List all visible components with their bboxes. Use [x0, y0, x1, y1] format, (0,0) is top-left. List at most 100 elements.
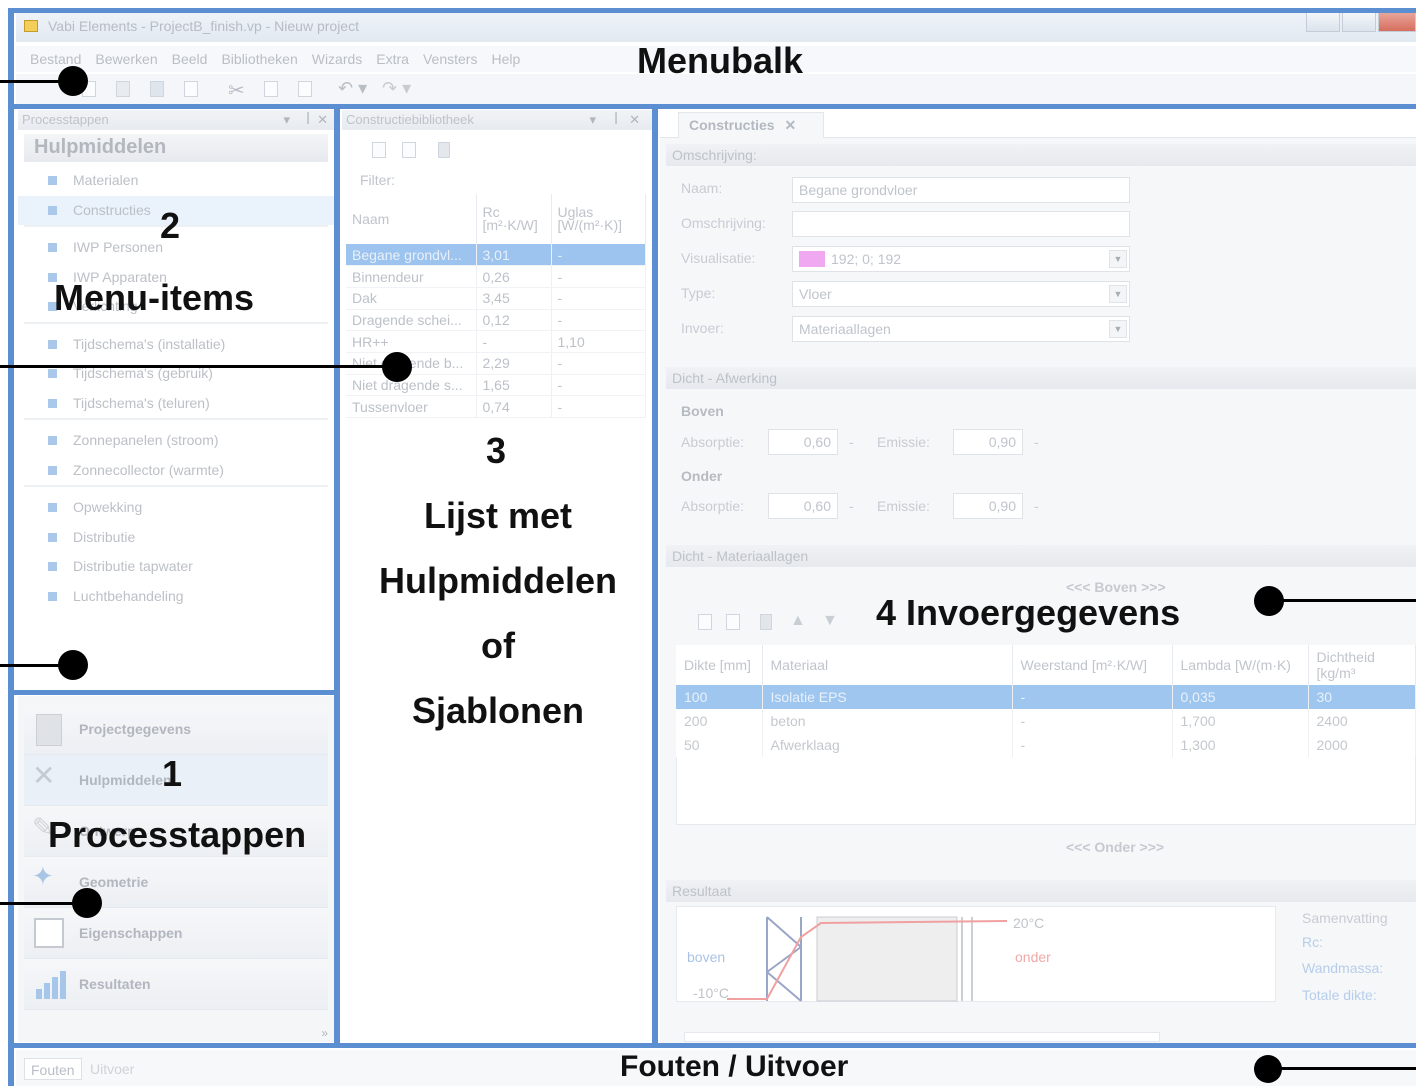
- copy-layer-icon[interactable]: [726, 614, 740, 630]
- table-row[interactable]: Binnendeur 0,26-: [346, 265, 646, 288]
- col-naam[interactable]: Naam: [346, 194, 477, 244]
- delete-layer-icon[interactable]: [760, 614, 772, 630]
- horizontal-scrollbar[interactable]: [684, 1032, 1160, 1042]
- redo-icon[interactable]: ↷ ▾: [382, 78, 411, 99]
- save-icon[interactable]: [150, 81, 164, 97]
- menu-bibliotheken[interactable]: Bibliotheken: [221, 51, 297, 67]
- table-cell: 100: [676, 685, 763, 709]
- table-cell: Dragende schei...: [346, 309, 477, 332]
- step-eigenschappen[interactable]: Eigenschappen: [24, 908, 328, 959]
- tab-uitvoer[interactable]: Uitvoer: [84, 1058, 140, 1080]
- table-row[interactable]: Begane grondvl... 3,01-: [346, 244, 646, 267]
- section-omschrijving: Omschrijving:: [666, 144, 1416, 166]
- menu-bestand[interactable]: Bestand: [30, 51, 81, 67]
- menu-item-zonnepanelen[interactable]: Zonnepanelen (stroom): [18, 426, 334, 456]
- menu-bewerken[interactable]: Bewerken: [95, 51, 157, 67]
- invoer-select[interactable]: Materiaallagen ▼: [792, 316, 1130, 342]
- lijst-annotation-line4: Sjablonen: [411, 690, 585, 731]
- cut-icon[interactable]: ✂: [228, 78, 245, 103]
- menu-item-opwekking[interactable]: Opwekking: [18, 493, 334, 523]
- overflow-chevron-icon[interactable]: »: [321, 1026, 328, 1040]
- naam-field[interactable]: Begane grondvloer: [792, 177, 1130, 203]
- table-row[interactable]: HR++ -1,10: [346, 330, 646, 353]
- col-dikte[interactable]: Dikte [mm]: [676, 645, 763, 685]
- close-icon[interactable]: ✕: [629, 112, 640, 128]
- open-icon[interactable]: [116, 81, 130, 97]
- step-geometrie[interactable]: ✦ Geometrie: [24, 857, 328, 908]
- table-cell: 1,65: [476, 374, 552, 397]
- pin-icon[interactable]: ꟾ: [306, 112, 310, 128]
- boven-absorptie-field[interactable]: 0,60: [768, 429, 838, 455]
- dropdown-icon[interactable]: ▾: [283, 112, 290, 128]
- table-row[interactable]: Dragende schei... 0,12-: [346, 309, 646, 332]
- col-lambda[interactable]: Lambda [W/(m·K): [1172, 645, 1309, 685]
- close-icon[interactable]: ✕: [317, 112, 328, 128]
- table-row[interactable]: Tussenvloer 0,74-: [346, 395, 646, 418]
- dropdown-icon[interactable]: ▾: [589, 112, 596, 128]
- onder-absorptie-field[interactable]: 0,60: [768, 493, 838, 519]
- menu-item-distributie-tapwater[interactable]: Distributie tapwater: [18, 552, 334, 582]
- new-item-icon[interactable]: [372, 142, 386, 158]
- save-as-icon[interactable]: [184, 81, 198, 97]
- geometry-icon: ✦: [32, 861, 54, 891]
- close-window-button[interactable]: [1378, 12, 1416, 32]
- menu-help[interactable]: Help: [491, 51, 520, 67]
- menu-item-tijdschema-teluren[interactable]: Tijdschema's (teluren): [18, 389, 334, 419]
- callout-dot: [72, 888, 102, 918]
- move-down-icon[interactable]: ▼: [822, 612, 838, 630]
- col-rc[interactable]: Rc [m²·K/W]: [476, 194, 552, 244]
- menu-item-distributie[interactable]: Distributie: [18, 523, 334, 553]
- summary-wandmassa: Wandmassa:: [1302, 960, 1384, 976]
- chevron-down-icon[interactable]: ▼: [1109, 250, 1127, 268]
- chevron-down-icon[interactable]: ▼: [1109, 285, 1127, 303]
- frame-border: [14, 104, 1416, 109]
- new-layer-icon[interactable]: [698, 614, 712, 630]
- close-tab-icon[interactable]: ✕: [784, 117, 796, 133]
- menu-beeld[interactable]: Beeld: [172, 51, 208, 67]
- pin-icon[interactable]: ꟾ: [614, 112, 618, 128]
- copy-item-icon[interactable]: [402, 142, 416, 158]
- frame-border: [8, 8, 14, 1086]
- boven-emissie-field[interactable]: 0,90: [953, 429, 1023, 455]
- menu-item-luchtbehandeling[interactable]: Luchtbehandeling: [18, 582, 334, 612]
- onder-emissie-field[interactable]: 0,90: [953, 493, 1023, 519]
- visualisatie-select[interactable]: 192; 0; 192 ▼: [792, 246, 1130, 272]
- menu-wizards[interactable]: Wizards: [312, 51, 363, 67]
- menu-item-tijdschema-gebruik[interactable]: Tijdschema's (gebruik): [18, 359, 334, 389]
- chevron-down-icon[interactable]: ▼: [1109, 320, 1127, 338]
- emissie-label: Emissie:: [877, 498, 930, 514]
- col-materiaal[interactable]: Materiaal: [762, 645, 1013, 685]
- table-cell: -: [551, 265, 646, 288]
- copy-icon[interactable]: [264, 81, 278, 97]
- move-up-icon[interactable]: ▲: [790, 612, 806, 630]
- menu-item-zonnecollector[interactable]: Zonnecollector (warmte): [18, 456, 334, 486]
- tab-fouten[interactable]: Fouten: [24, 1058, 82, 1080]
- callout-dot: [58, 66, 88, 96]
- menu-item-materialen[interactable]: Materialen: [18, 166, 334, 196]
- delete-item-icon[interactable]: [438, 142, 450, 158]
- minimize-button[interactable]: [1306, 12, 1340, 32]
- col-weerstand[interactable]: Weerstand [m²·K/W]: [1012, 645, 1173, 685]
- filter-label[interactable]: Filter:: [342, 166, 652, 194]
- tab-constructies[interactable]: Constructies ✕: [678, 112, 824, 138]
- project-data-icon: [36, 714, 62, 746]
- menu-vensters[interactable]: Vensters: [423, 51, 477, 67]
- table-row[interactable]: Dak 3,45-: [346, 287, 646, 310]
- table-cell: 2000: [1308, 733, 1416, 757]
- annotation-number-3: 3: [486, 430, 507, 471]
- step-projectgegevens[interactable]: Projectgegevens: [24, 704, 328, 755]
- table-row[interactable]: 50 Afwerklaag -1,300 2000: [676, 733, 1416, 757]
- type-select[interactable]: Vloer ▼: [792, 281, 1130, 307]
- col-dichtheid[interactable]: Dichtheid [kg/m³: [1308, 645, 1416, 685]
- menu-extra[interactable]: Extra: [376, 51, 409, 67]
- table-row[interactable]: 200 beton -1,700 2400: [676, 709, 1416, 733]
- maximize-button[interactable]: [1342, 12, 1376, 32]
- paste-icon[interactable]: [298, 81, 312, 97]
- menu-item-tijdschema-installatie[interactable]: Tijdschema's (installatie): [18, 330, 334, 360]
- undo-icon[interactable]: ↶ ▾: [338, 78, 367, 99]
- table-row[interactable]: 100 Isolatie EPS -0,035 30: [676, 685, 1416, 709]
- table-cell: -: [1012, 709, 1173, 733]
- step-resultaten[interactable]: Resultaten: [24, 959, 328, 1010]
- omschrijving-field[interactable]: [792, 211, 1130, 237]
- col-uglas[interactable]: Uglas [W/(m²·K)]: [551, 194, 646, 244]
